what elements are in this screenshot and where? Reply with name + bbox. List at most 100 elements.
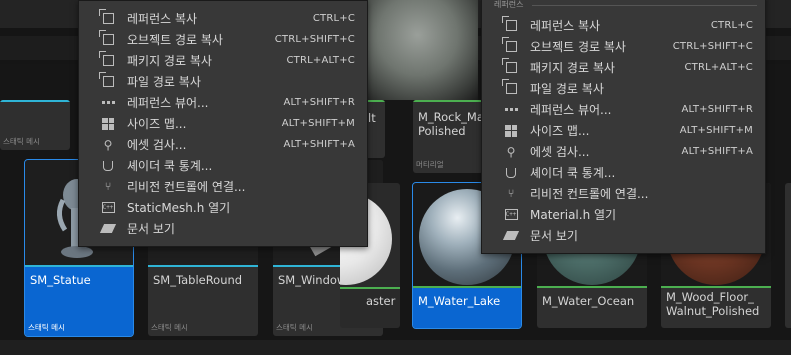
menu-item-label: 레퍼런스 뷰어... xyxy=(127,96,209,110)
menu-item-shortcut: CTRL+C xyxy=(710,20,753,31)
material-accent xyxy=(340,287,400,289)
menu-item-size-map[interactable]: 사이즈 맵... ALT+SHIFT+M xyxy=(482,120,765,141)
menu-item-open-header[interactable]: C++ Material.h 열기 xyxy=(482,204,765,225)
menu-item-copy-object-path[interactable]: 오브젝트 경로 복사 CTRL+SHIFT+C xyxy=(79,29,367,50)
asset-name: lt xyxy=(368,111,376,125)
menu-item-label: 파일 경로 복사 xyxy=(127,75,201,89)
menu-item-label: 문서 보기 xyxy=(530,229,578,243)
menu-item-label: 셰이더 쿡 통계... xyxy=(530,166,616,180)
menu-item-label: 패키지 경로 복사 xyxy=(530,61,615,75)
menu-item-label: 리비전 컨트롤에 연결... xyxy=(530,187,649,201)
cpp-header-icon: C++ xyxy=(101,202,115,213)
menu-item-copy-reference[interactable]: 레퍼런스 복사 CTRL+C xyxy=(482,15,765,36)
menu-section-divider xyxy=(532,5,757,6)
asset-name: aster xyxy=(366,294,396,308)
context-menu-static-mesh: 레퍼런스 복사 CTRL+C 오브젝트 경로 복사 CTRL+SHIFT+C 패… xyxy=(78,0,368,247)
menu-item-label: Material.h 열기 xyxy=(530,208,617,222)
copy-package-path-icon xyxy=(501,58,518,75)
size-map-icon xyxy=(504,124,518,138)
menu-item-label: 에셋 검사... xyxy=(530,145,590,159)
material-accent xyxy=(537,286,647,288)
menu-item-label: 레퍼런스 복사 xyxy=(530,19,601,33)
menu-item-audit-asset[interactable]: ⚲ 에셋 검사... ALT+SHIFT+A xyxy=(79,134,367,155)
stone-sphere-thumbnail xyxy=(368,0,478,100)
size-map-icon xyxy=(101,117,115,131)
asset-name: SM_TableRound xyxy=(153,273,243,287)
asset-type-label: 스태틱 메시 xyxy=(28,323,65,332)
menu-item-reference-viewer[interactable]: 레퍼런스 뷰어... ALT+SHIFT+R xyxy=(482,99,765,120)
asset-tile-rock[interactable]: M_Rock_Ma Polished 머티리얼 xyxy=(413,100,483,173)
copy-file-path-icon xyxy=(98,72,115,89)
menu-item-shortcut: ALT+SHIFT+M xyxy=(281,118,355,129)
menu-item-size-map[interactable]: 사이즈 맵... ALT+SHIFT+M xyxy=(79,113,367,134)
menu-item-copy-package-path[interactable]: 패키지 경로 복사 CTRL+ALT+C xyxy=(79,50,367,71)
revision-control-icon: ⑂ xyxy=(507,187,515,200)
menu-item-audit-asset[interactable]: ⚲ 에셋 검사... ALT+SHIFT+A xyxy=(482,141,765,162)
menu-item-shader-cook-stats[interactable]: 셰이더 쿡 통계... xyxy=(79,155,367,176)
menu-item-label: 패키지 경로 복사 xyxy=(127,54,212,68)
menu-item-shortcut: ALT+SHIFT+A xyxy=(283,139,355,150)
copy-package-path-icon xyxy=(98,51,115,68)
documentation-icon xyxy=(99,222,117,236)
menu-item-label: 에셋 검사... xyxy=(127,138,187,152)
copy-object-path-icon xyxy=(501,37,518,54)
menu-item-label: 레퍼런스 뷰어... xyxy=(530,103,612,117)
asset-name: M_Water_Lake xyxy=(418,294,501,308)
menu-item-reference-viewer[interactable]: 레퍼런스 뷰어... ALT+SHIFT+R xyxy=(79,92,367,113)
menu-item-revision-control[interactable]: ⑂ 리비전 컨트롤에 연결... xyxy=(482,183,765,204)
menu-item-label: 리비전 컨트롤에 연결... xyxy=(127,180,246,194)
material-accent xyxy=(413,286,521,288)
asset-type-label: 스태틱 메시 xyxy=(276,323,313,332)
copy-object-path-icon xyxy=(98,30,115,47)
copy-reference-icon xyxy=(501,16,518,33)
menu-item-copy-file-path[interactable]: 파일 경로 복사 xyxy=(482,78,765,99)
static-mesh-accent xyxy=(0,100,70,102)
revision-control-icon: ⑂ xyxy=(104,180,112,193)
menu-item-shortcut: ALT+SHIFT+R xyxy=(283,97,355,108)
static-mesh-accent xyxy=(25,265,133,267)
menu-item-shader-cook-stats[interactable]: 셰이더 쿡 통계... xyxy=(482,162,765,183)
asset-name: M_Rock_Ma Polished xyxy=(418,110,483,138)
menu-item-copy-reference[interactable]: 레퍼런스 복사 CTRL+C xyxy=(79,8,367,29)
reference-viewer-icon xyxy=(101,96,115,110)
shader-cook-stats-icon xyxy=(504,166,518,180)
asset-type-label: 스태틱 메시 xyxy=(3,137,40,146)
menu-item-revision-control[interactable]: ⑂ 리비전 컨트롤에 연결... xyxy=(79,176,367,197)
menu-item-documentation[interactable]: 문서 보기 xyxy=(482,225,765,246)
asset-name: M_Water_Ocean xyxy=(542,294,635,308)
menu-item-open-header[interactable]: C++ StaticMesh.h 열기 xyxy=(79,197,367,218)
menu-item-copy-package-path[interactable]: 패키지 경로 복사 CTRL+ALT+C xyxy=(482,57,765,78)
menu-item-copy-file-path[interactable]: 파일 경로 복사 xyxy=(79,71,367,92)
copy-reference-icon xyxy=(98,9,115,26)
menu-item-label: 문서 보기 xyxy=(127,222,175,236)
menu-item-copy-object-path[interactable]: 오브젝트 경로 복사 CTRL+SHIFT+C xyxy=(482,36,765,57)
menu-item-shortcut: CTRL+C xyxy=(312,13,355,24)
static-mesh-accent xyxy=(148,265,258,267)
documentation-icon xyxy=(502,229,520,243)
menu-item-label: 사이즈 맵... xyxy=(127,117,187,131)
bottom-bar xyxy=(0,340,791,355)
material-accent xyxy=(661,286,771,288)
menu-item-shortcut: CTRL+ALT+C xyxy=(684,62,753,73)
asset-tile-right-edge[interactable] xyxy=(785,183,791,328)
audit-asset-icon: ⚲ xyxy=(506,144,516,159)
menu-item-label: 오브젝트 경로 복사 xyxy=(530,40,626,54)
context-menu-material: 레퍼런스 레퍼런스 복사 CTRL+C 오브젝트 경로 복사 CTRL+SHIF… xyxy=(481,0,766,254)
asset-name: M_Wood_Floor_ Walnut_Polished xyxy=(666,290,760,318)
menu-item-label: 파일 경로 복사 xyxy=(530,82,604,96)
material-accent xyxy=(413,100,483,102)
asset-tile-top-left[interactable]: 스태틱 메시 xyxy=(0,100,70,150)
copy-file-path-icon xyxy=(501,79,518,96)
asset-name: SM_Statue xyxy=(30,273,91,287)
asset-type-label: 머티리얼 xyxy=(416,160,444,169)
menu-item-label: 셰이더 쿡 통계... xyxy=(127,159,213,173)
menu-item-label: 사이즈 맵... xyxy=(530,124,590,138)
menu-item-shortcut: ALT+SHIFT+A xyxy=(681,146,753,157)
menu-item-shortcut: ALT+SHIFT+R xyxy=(681,104,753,115)
shader-cook-stats-icon xyxy=(101,159,115,173)
menu-item-label: 레퍼런스 복사 xyxy=(127,12,198,26)
menu-item-shortcut: CTRL+SHIFT+C xyxy=(274,34,355,45)
menu-item-documentation[interactable]: 문서 보기 xyxy=(79,218,367,239)
cpp-header-icon: C++ xyxy=(504,209,518,220)
reference-viewer-icon xyxy=(504,103,518,117)
